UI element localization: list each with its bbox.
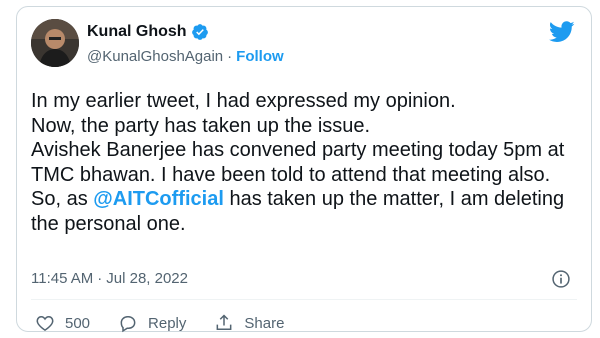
- action-bar: 500 Reply Share: [35, 313, 312, 333]
- author-name[interactable]: Kunal Ghosh: [87, 23, 187, 41]
- info-icon[interactable]: [551, 269, 571, 289]
- follow-button[interactable]: Follow: [236, 48, 284, 65]
- avatar[interactable]: [31, 19, 79, 67]
- like-button[interactable]: 500: [35, 313, 90, 333]
- separator-dot: ·: [97, 270, 103, 287]
- author-handle[interactable]: @KunalGhoshAgain: [87, 48, 223, 65]
- share-label: Share: [244, 314, 285, 332]
- share-button[interactable]: Share: [214, 313, 284, 333]
- author-handle-row: @KunalGhoshAgain · Follow: [87, 48, 284, 65]
- tweet-date[interactable]: Jul 28, 2022: [106, 270, 188, 287]
- like-count: 500: [65, 314, 91, 332]
- verified-badge-icon: [191, 24, 208, 40]
- separator-dot: ·: [227, 48, 233, 65]
- author-name-row: Kunal Ghosh: [87, 23, 209, 41]
- tweet-time[interactable]: 11:45 AM: [31, 270, 93, 287]
- share-upload-icon: [216, 314, 232, 330]
- mention-link[interactable]: @AITCofficial: [93, 188, 224, 210]
- twitter-bird-icon[interactable]: [549, 21, 575, 43]
- reply-label: Reply: [148, 314, 187, 332]
- tweet-timestamp[interactable]: 11:45 AM · Jul 28, 2022: [31, 270, 188, 287]
- reply-button[interactable]: Reply: [118, 313, 186, 333]
- tweet-card: Kunal Ghosh @KunalGhoshAgain · Follow In…: [16, 6, 592, 333]
- reply-bubble-icon: [120, 316, 136, 333]
- heart-icon: [36, 315, 54, 331]
- tweet-text: In my earlier tweet, I had expressed my …: [31, 89, 583, 236]
- divider: [31, 299, 577, 300]
